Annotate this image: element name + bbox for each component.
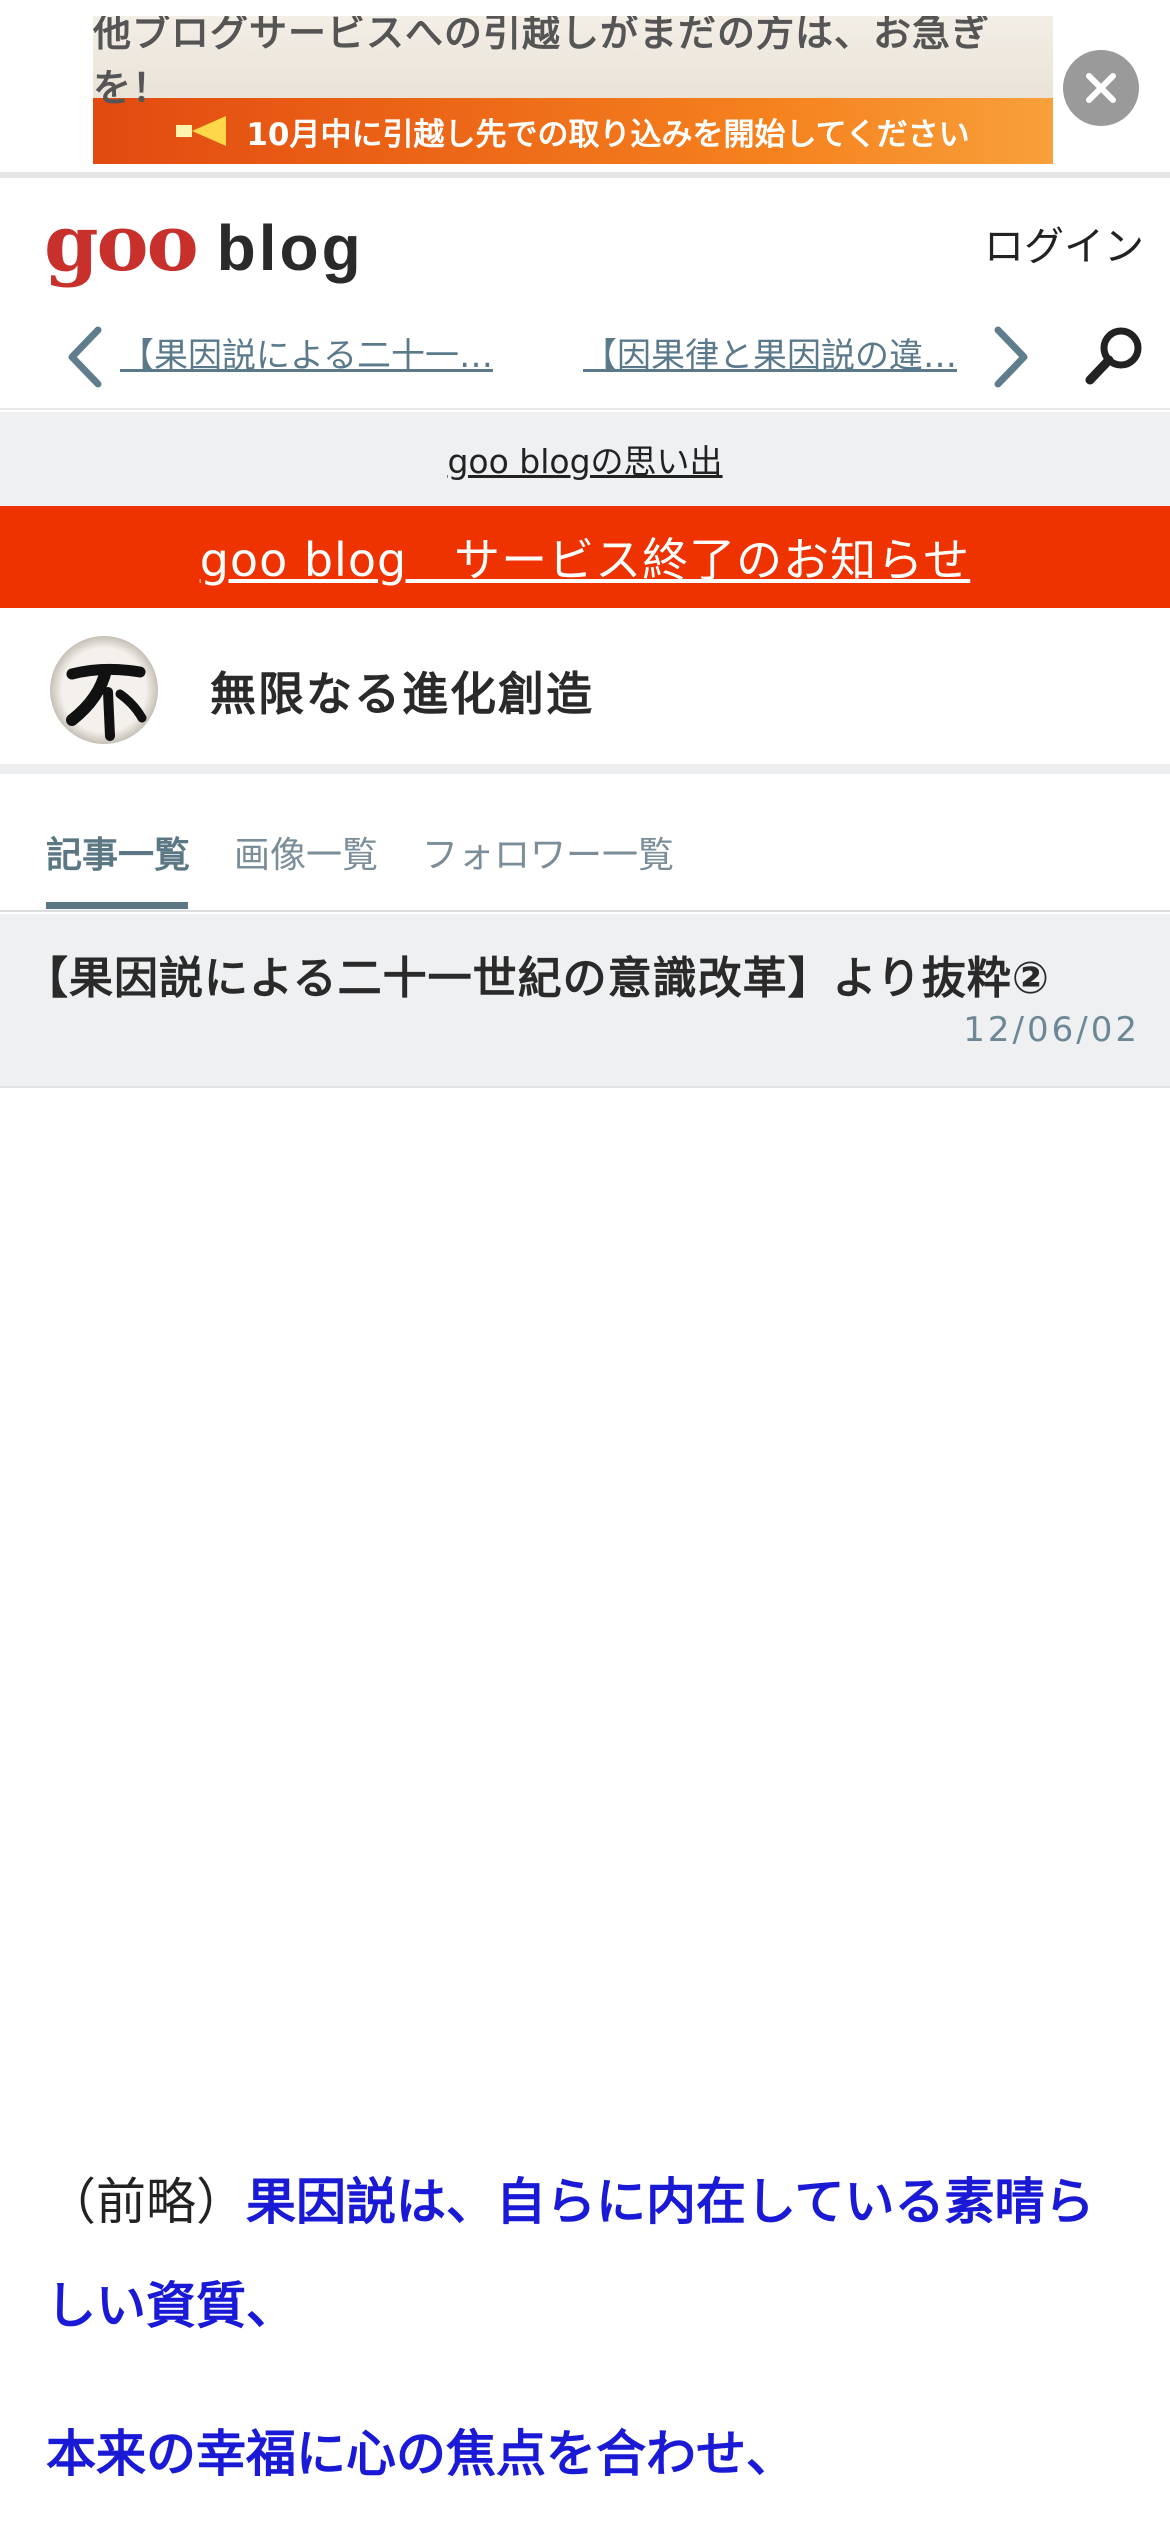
prev-article-link[interactable]: 【果因説による二十一…: [120, 326, 500, 386]
ad-line-1: 他ブログサービスへの引越しがまだの方は、お急ぎを！: [93, 16, 991, 110]
article-header: 【果因説による二十一世紀の意識改革】より抜粋② 12/06/02: [0, 914, 1170, 1088]
login-link[interactable]: ログイン: [984, 214, 1144, 272]
service-end-notice-link[interactable]: goo blog サービス終了のお知らせ: [200, 524, 971, 590]
tab-images[interactable]: 画像一覧: [234, 826, 378, 878]
article-body: （前略）果因説は、自らに内在している素晴らしい資質、 本来の幸福に心の焦点を合わ…: [46, 2150, 1136, 2506]
ad-top-row: 他ブログサービスへの引越しがまだの方は、お急ぎを！: [93, 16, 1053, 110]
migration-ad-banner[interactable]: 他ブログサービスへの引越しがまだの方は、お急ぎを！ 10月中に引越し先での取り込…: [93, 16, 1053, 164]
goo-blog-logo[interactable]: goo blog: [44, 198, 364, 289]
ad-line-2: 10月中に引越し先での取り込みを開始してください: [246, 116, 970, 153]
megaphone-icon: [176, 116, 230, 146]
blog-title[interactable]: 無限なる進化創造: [210, 658, 594, 724]
ad-banner-area: 他ブログサービスへの引越しがまだの方は、お急ぎを！ 10月中に引越し先での取り込…: [0, 0, 1170, 178]
tab-followers[interactable]: フォロワー一覧: [422, 826, 674, 878]
article-title: 【果因説による二十一世紀の意識改革】より抜粋②: [24, 953, 1051, 1004]
article-nav: 【果因説による二十一… 【因果律と果因説の違…: [0, 314, 1170, 404]
close-ad-button[interactable]: [1063, 50, 1139, 126]
next-article-link[interactable]: 【因果律と果因説の違…: [583, 326, 968, 386]
chevron-left-icon[interactable]: [60, 324, 110, 390]
site-header: goo blog ログイン 【果因説による二十一… 【因果律と果因説の違…: [0, 184, 1170, 410]
blog-header: 無限なる進化創造: [0, 608, 1170, 774]
search-icon[interactable]: [1082, 322, 1148, 388]
active-tab-indicator: [46, 902, 188, 909]
blog-tabs: 記事一覧 画像一覧 フォロワー一覧: [0, 784, 1170, 912]
calligraphy-avatar-icon: [66, 663, 147, 741]
avatar[interactable]: [50, 636, 158, 744]
emphasis-text: 本来の幸福に心の焦点を合わせ、: [46, 2425, 796, 2483]
article-paragraph: （前略）果因説は、自らに内在している素晴らしい資質、: [46, 2150, 1136, 2358]
chevron-right-icon[interactable]: [986, 324, 1036, 390]
paragraph-prefix: （前略）: [46, 2173, 246, 2231]
logo-goo-text: goo: [44, 198, 199, 289]
article-paragraph: 本来の幸福に心の焦点を合わせ、: [46, 2402, 1136, 2506]
logo-blog-text: blog: [216, 212, 364, 284]
memories-link[interactable]: goo blogの思い出: [447, 435, 722, 483]
article-date: 12/06/02: [963, 1010, 1140, 1050]
memories-bar: goo blogの思い出: [0, 412, 1170, 506]
close-icon: [1086, 73, 1116, 103]
tab-articles[interactable]: 記事一覧: [46, 826, 190, 878]
service-end-notice: goo blog サービス終了のお知らせ: [0, 506, 1170, 608]
